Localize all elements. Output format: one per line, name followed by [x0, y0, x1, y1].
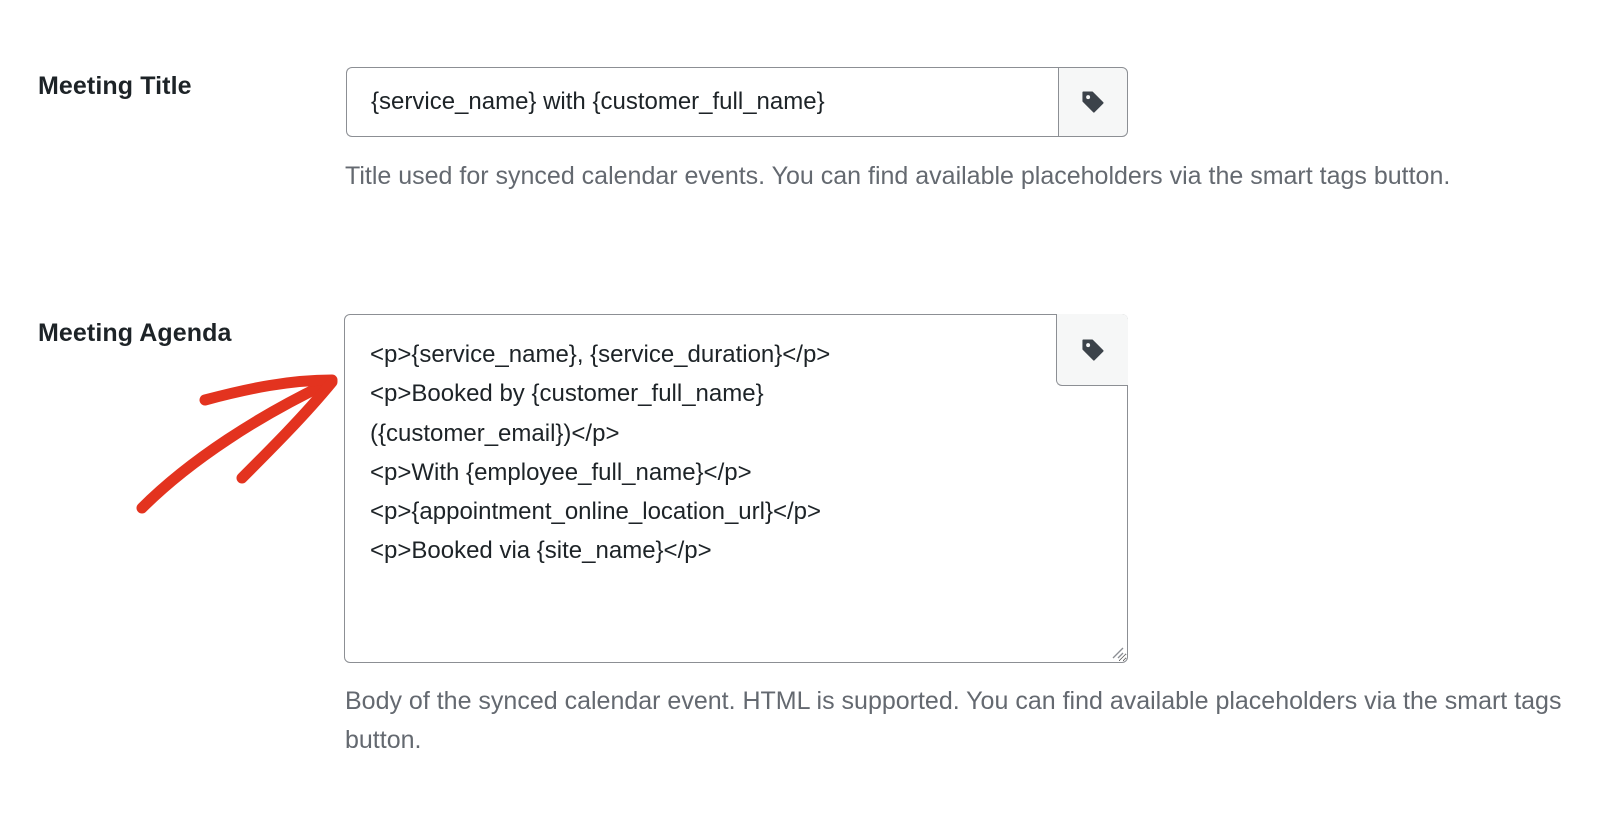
- meeting-agenda-label: Meeting Agenda: [38, 319, 232, 347]
- meeting-agenda-field-group: [344, 314, 1128, 663]
- resize-grip-icon[interactable]: [1110, 645, 1124, 659]
- meeting-title-input[interactable]: [346, 67, 1058, 137]
- red-arrow-icon: [136, 374, 338, 514]
- meeting-agenda-description: Body of the synced calendar event. HTML …: [345, 687, 1562, 754]
- tag-icon: [1082, 91, 1104, 113]
- meeting-title-description: Title used for synced calendar events. Y…: [345, 162, 1451, 190]
- meeting-title-field-group: [346, 67, 1128, 137]
- tag-icon: [1081, 338, 1104, 361]
- meeting-agenda-smart-tags-button[interactable]: [1056, 314, 1128, 386]
- meeting-title-smart-tags-button[interactable]: [1058, 67, 1128, 137]
- meeting-agenda-textarea[interactable]: [344, 314, 1128, 663]
- meeting-title-label: Meeting Title: [38, 72, 192, 100]
